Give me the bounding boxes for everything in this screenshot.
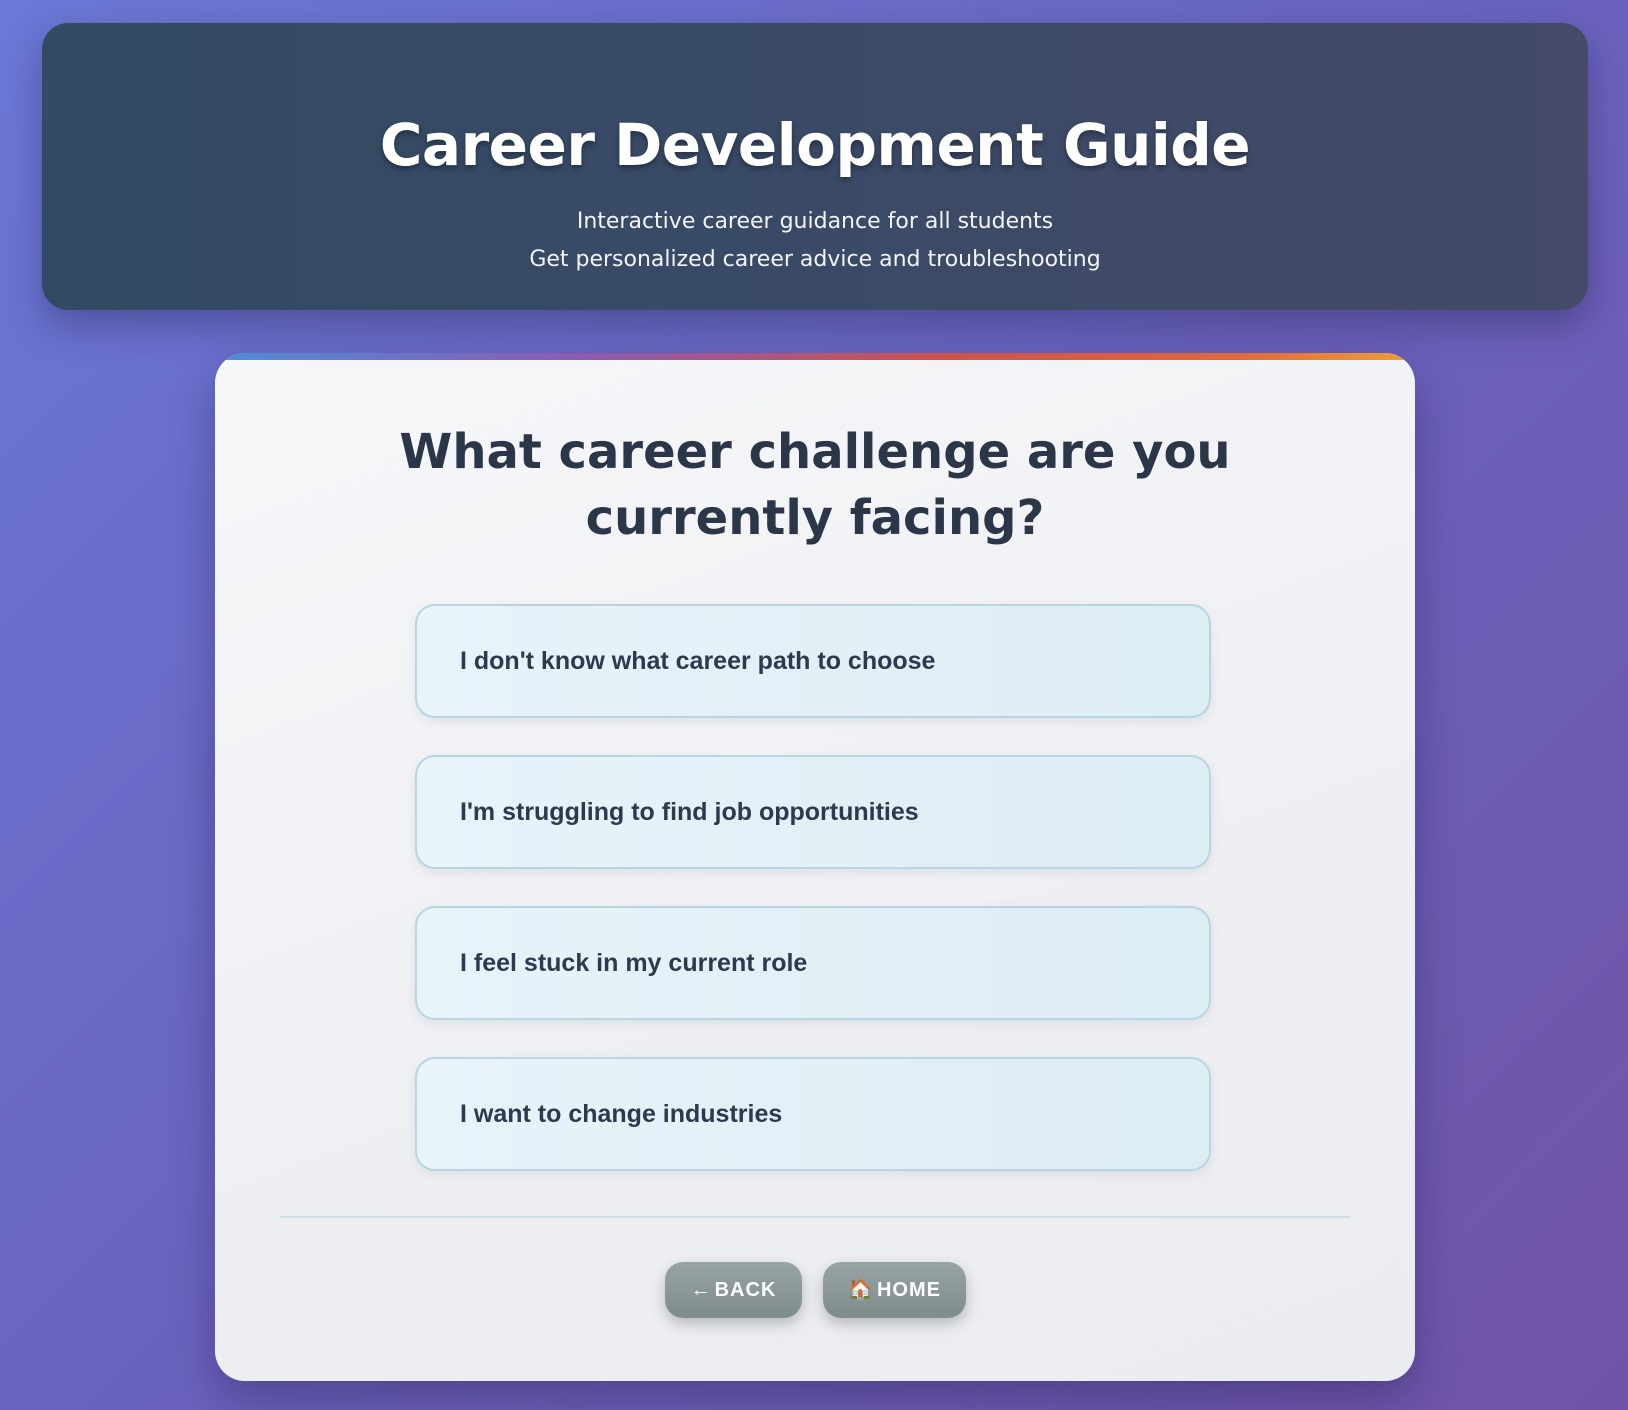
house-icon: 🏠 xyxy=(848,1279,873,1301)
home-button-label: HOME xyxy=(876,1279,941,1301)
home-button[interactable]: 🏠 HOME xyxy=(823,1262,966,1318)
divider xyxy=(280,1216,1350,1218)
question-heading: What career challenge are you currently … xyxy=(399,424,1231,546)
option-label: I feel stuck in my current role xyxy=(460,949,808,977)
option-label: I don't know what career path to choose xyxy=(460,647,936,675)
page-subtitle: Interactive career guidance for all stud… xyxy=(576,209,1054,234)
page-subtitle-secondary: Get personalized career advice and troub… xyxy=(529,247,1101,272)
option-change-industries[interactable]: I want to change industries xyxy=(415,1057,1211,1171)
question-card: What career challenge are you currently … xyxy=(215,353,1415,1381)
accent-gradient-bar xyxy=(215,353,1415,360)
arrow-left-icon: ← xyxy=(690,1279,711,1301)
option-label: I'm struggling to find job opportunities xyxy=(460,798,919,826)
back-button[interactable]: ← BACK xyxy=(665,1262,802,1318)
option-label: I want to change industries xyxy=(460,1100,783,1128)
page-title: Career Development Guide xyxy=(379,111,1251,179)
option-career-path[interactable]: I don't know what career path to choose xyxy=(415,604,1211,718)
option-job-opportunities[interactable]: I'm struggling to find job opportunities xyxy=(415,755,1211,869)
back-button-label: BACK xyxy=(714,1279,777,1301)
option-stuck-in-role[interactable]: I feel stuck in my current role xyxy=(415,906,1211,1020)
page-header: Career Development Guide Interactive car… xyxy=(42,23,1588,310)
